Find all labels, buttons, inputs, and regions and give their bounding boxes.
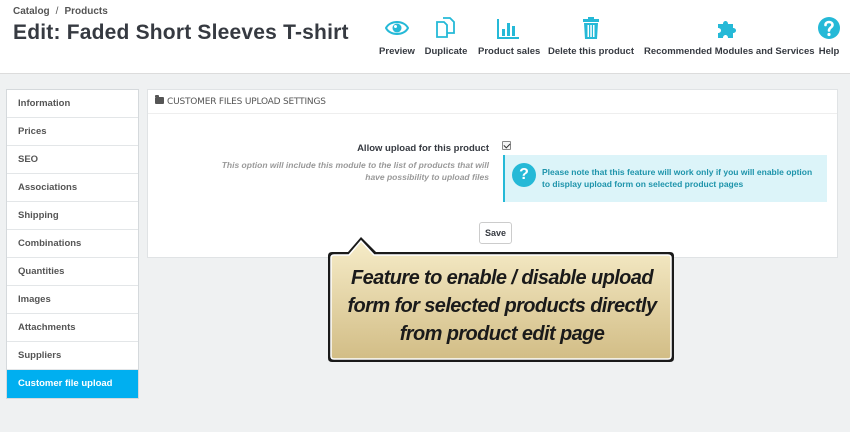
product-sales-label: Product sales (478, 46, 541, 57)
eye-icon (385, 21, 409, 35)
sidebar-item-images[interactable]: Images (7, 286, 138, 314)
delete-product-button[interactable]: Delete this product (547, 16, 635, 60)
callout-line-3: from product edit page (399, 323, 605, 345)
sidebar-item-associations[interactable]: Associations (7, 174, 138, 202)
breadcrumb-products[interactable]: Products (64, 6, 107, 17)
info-alert-text: Please note that this feature will work … (542, 167, 813, 189)
trash-icon (583, 17, 599, 39)
sidebar-item-shipping[interactable]: Shipping (7, 202, 138, 230)
puzzle-icon (718, 21, 736, 38)
preview-button[interactable]: Preview (378, 16, 416, 60)
product-tabs-sidebar: Information Prices SEO Associations Ship… (6, 89, 139, 399)
sidebar-item-customer-file-upload[interactable]: Customer file upload (7, 370, 138, 398)
product-sales-button[interactable]: Product sales (478, 16, 541, 60)
allow-upload-label: Allow upload for this product (357, 143, 489, 154)
allow-upload-checkbox[interactable] (502, 141, 511, 150)
feature-callout: Feature to enable / disable upload form … (326, 234, 678, 364)
sidebar-item-seo[interactable]: SEO (7, 146, 138, 174)
delete-product-label: Delete this product (547, 46, 635, 57)
panel-heading-text: CUSTOMER FILES UPLOAD SETTINGS (167, 97, 326, 107)
recommended-modules-label: Recommended Modules and Services (644, 46, 815, 57)
question-circle-icon: ? (512, 163, 536, 187)
page-header: Catalog / Products Edit: Faded Short Sleev… (0, 0, 850, 74)
folder-icon (155, 95, 164, 104)
panel-heading: CUSTOMER FILES UPLOAD SETTINGS (148, 90, 837, 114)
duplicate-button[interactable]: Duplicate (424, 16, 468, 60)
info-alert: ? Please note that this feature will wor… (503, 155, 827, 202)
preview-label: Preview (379, 46, 415, 57)
sidebar-item-quantities[interactable]: Quantities (7, 258, 138, 286)
breadcrumb: Catalog / Products (13, 6, 108, 17)
page-title: Edit: Faded Short Sleeves T-shirt (13, 21, 349, 44)
customer-files-upload-panel: CUSTOMER FILES UPLOAD SETTINGS Allow upl… (147, 89, 838, 258)
help-circle-icon (818, 17, 840, 39)
sidebar-item-information[interactable]: Information (7, 90, 138, 118)
sidebar-item-prices[interactable]: Prices (7, 118, 138, 146)
help-label: Help (818, 46, 840, 57)
callout-text: Feature to enable / disable upload form … (336, 264, 668, 348)
recommended-modules-button[interactable]: Recommended Modules and Services (644, 16, 815, 60)
sidebar-item-attachments[interactable]: Attachments (7, 314, 138, 342)
duplicate-label: Duplicate (424, 46, 468, 57)
sidebar-item-suppliers[interactable]: Suppliers (7, 342, 138, 370)
callout-line-2: form for selected products directly (347, 295, 657, 317)
help-button[interactable]: Help (816, 16, 842, 60)
allow-upload-help-text: This option will include this module to … (221, 160, 489, 182)
sidebar-item-combinations[interactable]: Combinations (7, 230, 138, 258)
copy-icon (436, 17, 455, 38)
bar-chart-icon (497, 19, 519, 39)
breadcrumb-separator: / (55, 6, 59, 17)
breadcrumb-catalog[interactable]: Catalog (13, 6, 50, 17)
callout-line-1: Feature to enable / disable upload (351, 267, 653, 289)
